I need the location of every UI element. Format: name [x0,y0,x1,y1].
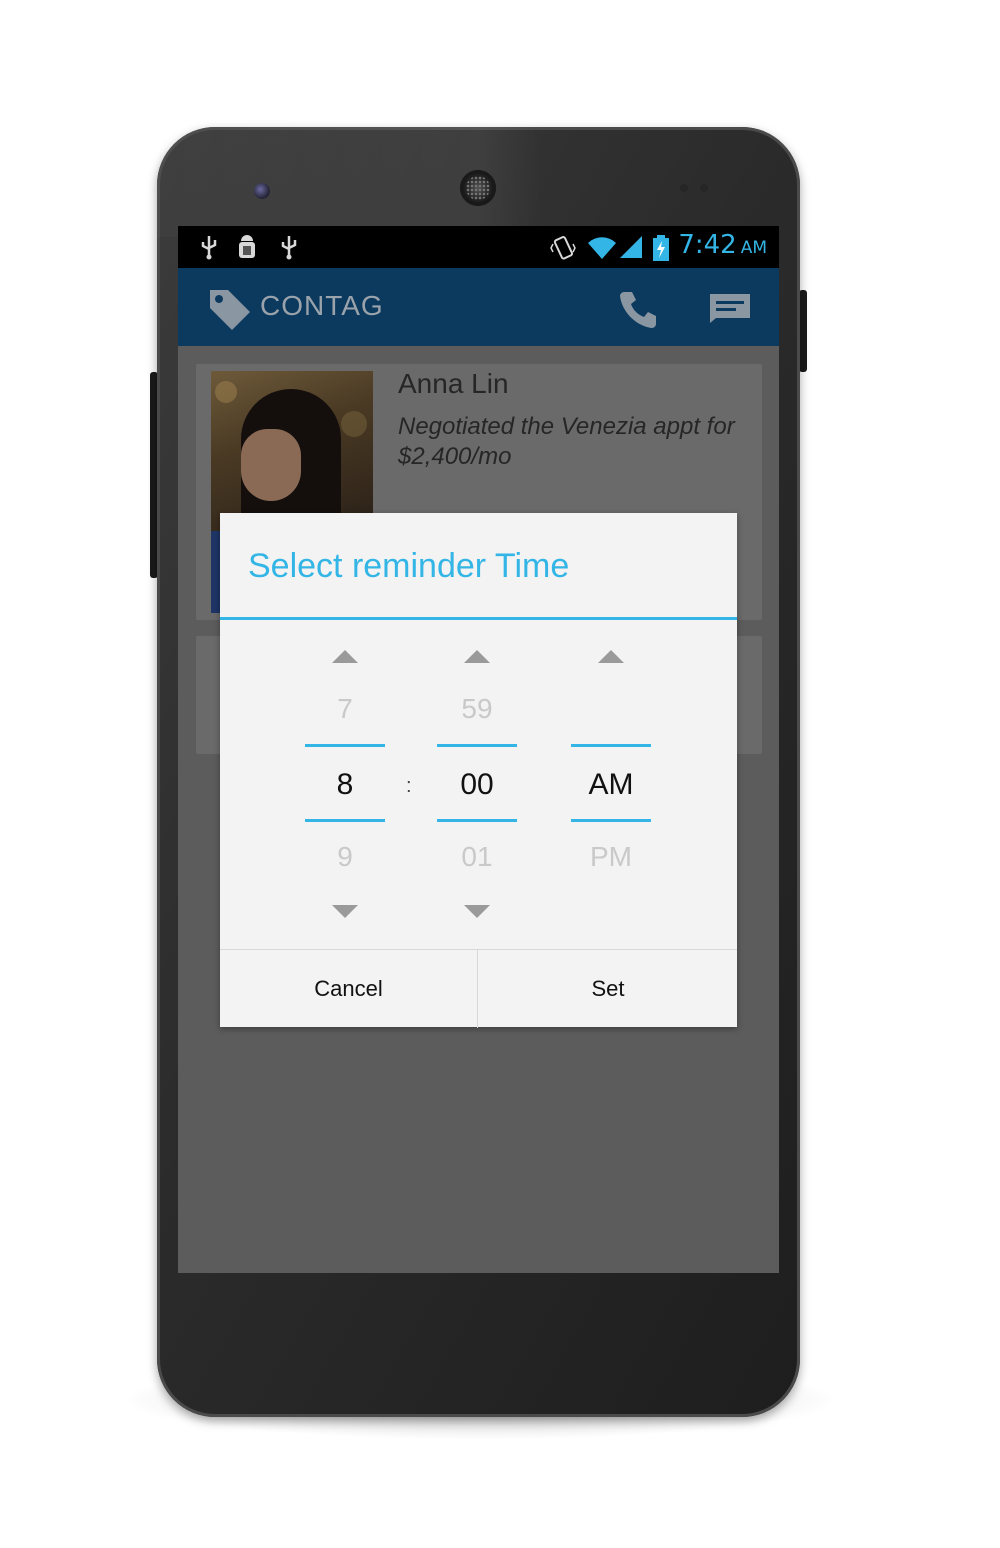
time-separator: : [406,775,412,797]
avatar-bokeh [215,381,237,403]
message-icon[interactable] [708,292,752,324]
usb-icon [201,236,217,260]
earpiece-speaker [460,170,496,206]
front-camera [254,183,270,199]
ampm-next[interactable]: PM [571,841,651,873]
minute-selection-line [437,819,517,822]
phone-icon[interactable] [618,288,660,330]
proximity-sensor [680,184,688,192]
ampm-increment-arrow-icon[interactable] [598,650,624,663]
minute-decrement-arrow-icon[interactable] [464,905,490,918]
vibrate-icon [550,236,576,260]
time-picker-dialog: Select reminder Time 7 8 9 : 59 00 01 AM… [220,513,737,1028]
android-debug-icon [239,235,255,258]
hour-decrement-arrow-icon[interactable] [332,905,358,918]
hour-selection-line [305,819,385,822]
dialog-button-bar: Cancel Set [220,949,737,1028]
avatar-face [241,429,301,501]
tag-icon[interactable] [206,286,252,332]
minute-prev[interactable]: 59 [437,693,517,725]
contact-note: Negotiated the Venezia appt for $2,400/m… [398,413,735,470]
ampm-selection-line [571,744,651,747]
app-title: CONTAG [260,290,384,321]
avatar-bokeh [341,411,367,437]
dialog-title: Select reminder Time [248,547,570,585]
minute-picker[interactable]: 59 00 01 [437,633,517,923]
clock-ampm: AM [740,238,767,258]
light-sensor [700,184,708,192]
hour-increment-arrow-icon[interactable] [332,650,358,663]
clock: 7:42 AM [678,230,767,260]
ampm-current[interactable]: AM [571,768,651,802]
clock-time: 7:42 [678,230,737,260]
action-bar: CONTAG [178,268,779,346]
hour-current[interactable]: 8 [305,768,385,802]
status-bar: 7:42 AM [178,226,779,268]
avatar [211,371,373,531]
set-button[interactable]: Set [479,950,737,1028]
battery-charging-icon [653,235,669,261]
contact-name: Anna Lin [398,368,509,399]
ampm-picker[interactable]: AM PM [571,633,651,923]
hour-picker[interactable]: 7 8 9 [305,633,385,923]
hour-selection-line [305,744,385,747]
signal-icon [620,236,642,258]
minute-current[interactable]: 00 [437,768,517,802]
power-button[interactable] [799,290,807,372]
minute-increment-arrow-icon[interactable] [464,650,490,663]
ampm-selection-line [571,819,651,822]
hour-next[interactable]: 9 [305,841,385,873]
usb-icon [281,236,297,260]
dialog-divider [220,617,737,620]
minute-selection-line [437,744,517,747]
hour-prev[interactable]: 7 [305,693,385,725]
minute-next[interactable]: 01 [437,841,517,873]
wifi-icon [588,237,616,259]
cancel-button[interactable]: Cancel [220,950,478,1028]
